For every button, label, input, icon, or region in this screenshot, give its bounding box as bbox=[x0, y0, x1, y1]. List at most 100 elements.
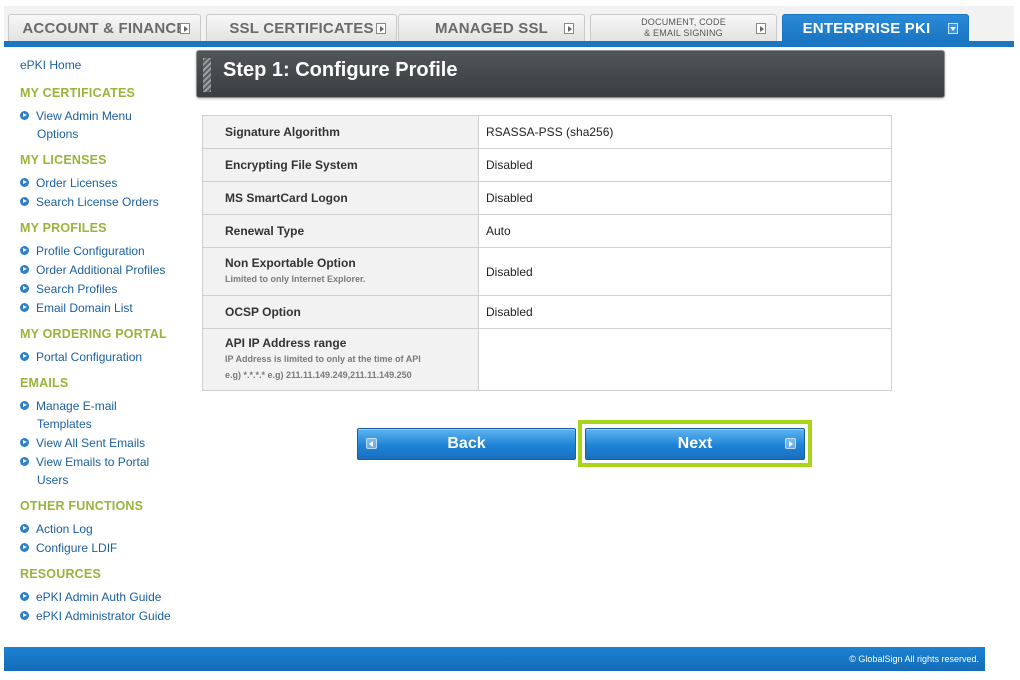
nav-label-cont: Templates bbox=[37, 417, 92, 431]
row-label: MS SmartCard Logon bbox=[202, 181, 479, 215]
sidebar-item-configure-ldif[interactable]: Configure LDIF bbox=[20, 539, 195, 557]
sidebar-item-search-license-orders[interactable]: Search License Orders bbox=[20, 193, 195, 211]
footer-copyright: © GlobalSign All rights reserved. bbox=[849, 654, 979, 664]
section-title: MY CERTIFICATES bbox=[20, 86, 136, 100]
tab-enterprise-pki[interactable]: ENTERPRISE PKI bbox=[782, 14, 969, 41]
section-emails: EMAILS Manage E-mail Templates View All … bbox=[20, 376, 195, 489]
sidebar-item-view-emails-to-portal-users[interactable]: View Emails to Portal Users bbox=[20, 453, 195, 489]
bullet-arrow-icon bbox=[20, 178, 29, 187]
row-value: Disabled bbox=[478, 295, 892, 329]
sidebar-item-email-domain-list[interactable]: Email Domain List bbox=[20, 299, 195, 317]
sidebar-item-action-log[interactable]: Action Log bbox=[20, 520, 195, 538]
header-stripe-decoration bbox=[203, 58, 211, 92]
nav-label: Manage E-mail bbox=[36, 399, 117, 413]
step-header: Step 1: Configure Profile bbox=[196, 50, 945, 98]
tab-arrow-icon bbox=[756, 23, 766, 34]
sidebar-item-order-licenses[interactable]: Order Licenses bbox=[20, 174, 195, 192]
table-row: Non Exportable Option Limited to only In… bbox=[202, 247, 892, 296]
table-row: OCSP Option Disabled bbox=[202, 295, 892, 329]
row-label: API IP Address range bbox=[225, 336, 347, 350]
tab-managed-ssl[interactable]: MANAGED SSL bbox=[398, 14, 585, 41]
nav-label: Email Domain List bbox=[36, 301, 133, 315]
table-row: Renewal Type Auto bbox=[202, 214, 892, 248]
row-note: e.g) *.*.*.* e.g) 211.11.149.249,211.11.… bbox=[225, 370, 412, 380]
nav-label: Profile Configuration bbox=[36, 244, 145, 258]
tab-label-line1: DOCUMENT, CODE bbox=[641, 17, 726, 27]
bullet-arrow-icon bbox=[20, 524, 29, 533]
nav-label: Order Licenses bbox=[36, 176, 118, 190]
tab-label: ACCOUNT & FINANCE bbox=[22, 19, 187, 37]
sidebar-item-view-admin-menu-options[interactable]: View Admin Menu Options bbox=[20, 107, 195, 143]
next-button-label: Next bbox=[677, 435, 713, 452]
sidebar-item-manage-email-templates[interactable]: Manage E-mail Templates bbox=[20, 397, 195, 433]
nav-label: ePKI Administrator Guide bbox=[36, 609, 171, 623]
bullet-arrow-icon bbox=[20, 303, 29, 312]
sidebar-item-order-additional-profiles[interactable]: Order Additional Profiles bbox=[20, 261, 195, 279]
nav-label: Action Log bbox=[36, 522, 93, 536]
back-arrow-icon bbox=[366, 438, 377, 449]
tab-label-line2: & EMAIL SIGNING bbox=[644, 28, 723, 38]
row-value bbox=[478, 328, 892, 391]
section-resources: RESOURCES ePKI Admin Auth Guide ePKI Adm… bbox=[20, 567, 195, 625]
bullet-arrow-icon bbox=[20, 592, 29, 601]
sidebar-item-profile-configuration[interactable]: Profile Configuration bbox=[20, 242, 195, 260]
sidebar-item-epki-admin-auth-guide[interactable]: ePKI Admin Auth Guide bbox=[20, 588, 195, 606]
bullet-arrow-icon bbox=[20, 352, 29, 361]
nav-label-cont: Users bbox=[37, 473, 69, 487]
back-button[interactable]: Back bbox=[357, 428, 576, 460]
nav-label: View Admin Menu bbox=[36, 109, 132, 123]
row-label-cell: API IP Address range IP Address is limit… bbox=[202, 328, 479, 391]
row-label: Encrypting File System bbox=[202, 148, 479, 182]
sidebar-item-portal-configuration[interactable]: Portal Configuration bbox=[20, 348, 195, 366]
sidebar-item-search-profiles[interactable]: Search Profiles bbox=[20, 280, 195, 298]
back-button-label: Back bbox=[447, 435, 486, 452]
profile-config-table: Signature Algorithm RSASSA-PSS (sha256) … bbox=[202, 115, 892, 391]
tab-arrow-icon bbox=[564, 23, 574, 34]
section-my-profiles: MY PROFILES Profile Configuration Order … bbox=[20, 221, 195, 317]
row-value: Disabled bbox=[478, 148, 892, 182]
bullet-arrow-icon bbox=[20, 284, 29, 293]
tab-arrow-icon bbox=[376, 23, 386, 34]
section-other-functions: OTHER FUNCTIONS Action Log Configure LDI… bbox=[20, 499, 195, 557]
row-value: RSASSA-PSS (sha256) bbox=[478, 115, 892, 149]
section-my-certificates: MY CERTIFICATES View Admin Menu Options bbox=[20, 86, 195, 143]
tab-ssl-certificates[interactable]: SSL CERTIFICATES bbox=[206, 14, 397, 41]
sidebar-home-link[interactable]: ePKI Home bbox=[20, 56, 195, 76]
next-button[interactable]: Next bbox=[585, 428, 805, 460]
bullet-arrow-icon bbox=[20, 111, 29, 120]
row-label-cell: Non Exportable Option Limited to only In… bbox=[202, 247, 479, 296]
tab-document-code-email-signing[interactable]: DOCUMENT, CODE & EMAIL SIGNING bbox=[590, 14, 777, 41]
nav-label: View All Sent Emails bbox=[36, 436, 146, 450]
sidebar: ePKI Home MY CERTIFICATES View Admin Men… bbox=[20, 56, 195, 626]
top-tab-bar: ACCOUNT & FINANCE SSL CERTIFICATES MANAG… bbox=[4, 6, 1014, 47]
bullet-arrow-icon bbox=[20, 197, 29, 206]
section-title: RESOURCES bbox=[20, 567, 101, 581]
table-row: Signature Algorithm RSASSA-PSS (sha256) bbox=[202, 115, 892, 149]
sidebar-item-epki-administrator-guide[interactable]: ePKI Administrator Guide bbox=[20, 607, 195, 625]
page: ACCOUNT & FINANCE SSL CERTIFICATES MANAG… bbox=[0, 0, 1020, 680]
tab-account-finance[interactable]: ACCOUNT & FINANCE bbox=[8, 14, 201, 41]
row-label: Signature Algorithm bbox=[202, 115, 479, 149]
nav-label: Configure LDIF bbox=[36, 541, 118, 555]
nav-label: Portal Configuration bbox=[36, 350, 143, 364]
tab-label: DOCUMENT, CODE & EMAIL SIGNING bbox=[641, 17, 726, 39]
table-row: Encrypting File System Disabled bbox=[202, 148, 892, 182]
tab-dropdown-icon bbox=[948, 23, 958, 34]
section-title: EMAILS bbox=[20, 376, 69, 390]
row-label: OCSP Option bbox=[202, 295, 479, 329]
nav-label: Order Additional Profiles bbox=[36, 263, 166, 277]
nav-label: ePKI Admin Auth Guide bbox=[36, 590, 162, 604]
row-value: Disabled bbox=[478, 181, 892, 215]
row-note: Limited to only Internet Explorer. bbox=[225, 274, 366, 284]
tab-label: MANAGED SSL bbox=[434, 19, 549, 37]
sidebar-item-view-all-sent-emails[interactable]: View All Sent Emails bbox=[20, 434, 195, 452]
footer: © GlobalSign All rights reserved. bbox=[4, 647, 985, 671]
bullet-arrow-icon bbox=[20, 401, 29, 410]
bullet-arrow-icon bbox=[20, 611, 29, 620]
bullet-arrow-icon bbox=[20, 246, 29, 255]
tab-label: ENTERPRISE PKI bbox=[802, 19, 931, 37]
section-my-licenses: MY LICENSES Order Licenses Search Licens… bbox=[20, 153, 195, 211]
row-label: Renewal Type bbox=[202, 214, 479, 248]
section-title: MY LICENSES bbox=[20, 153, 107, 167]
tab-label: SSL CERTIFICATES bbox=[229, 19, 374, 37]
